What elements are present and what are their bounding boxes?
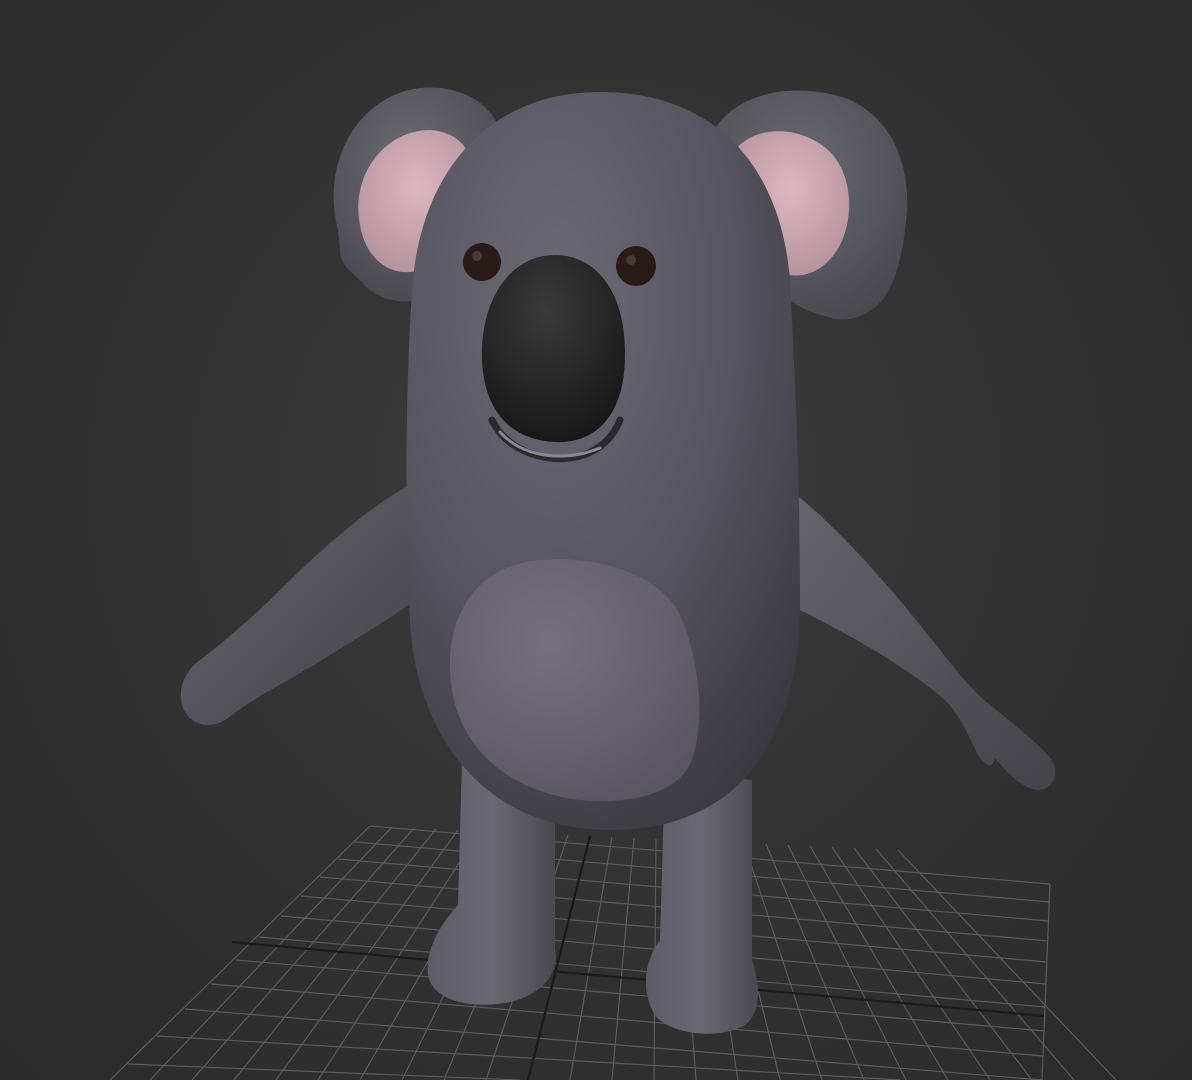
3d-viewport[interactable] xyxy=(0,0,1192,1080)
nose xyxy=(481,255,626,443)
viewport-canvas[interactable] xyxy=(0,0,1192,1080)
right-arm[interactable] xyxy=(790,490,1056,790)
koala-model[interactable] xyxy=(180,87,1056,1034)
floor-grid xyxy=(109,825,1117,1080)
left-arm[interactable] xyxy=(180,485,420,725)
right-eye-highlight xyxy=(626,255,636,265)
left-eye-highlight xyxy=(472,251,482,261)
right-eye xyxy=(616,246,656,286)
left-eye xyxy=(463,243,501,281)
